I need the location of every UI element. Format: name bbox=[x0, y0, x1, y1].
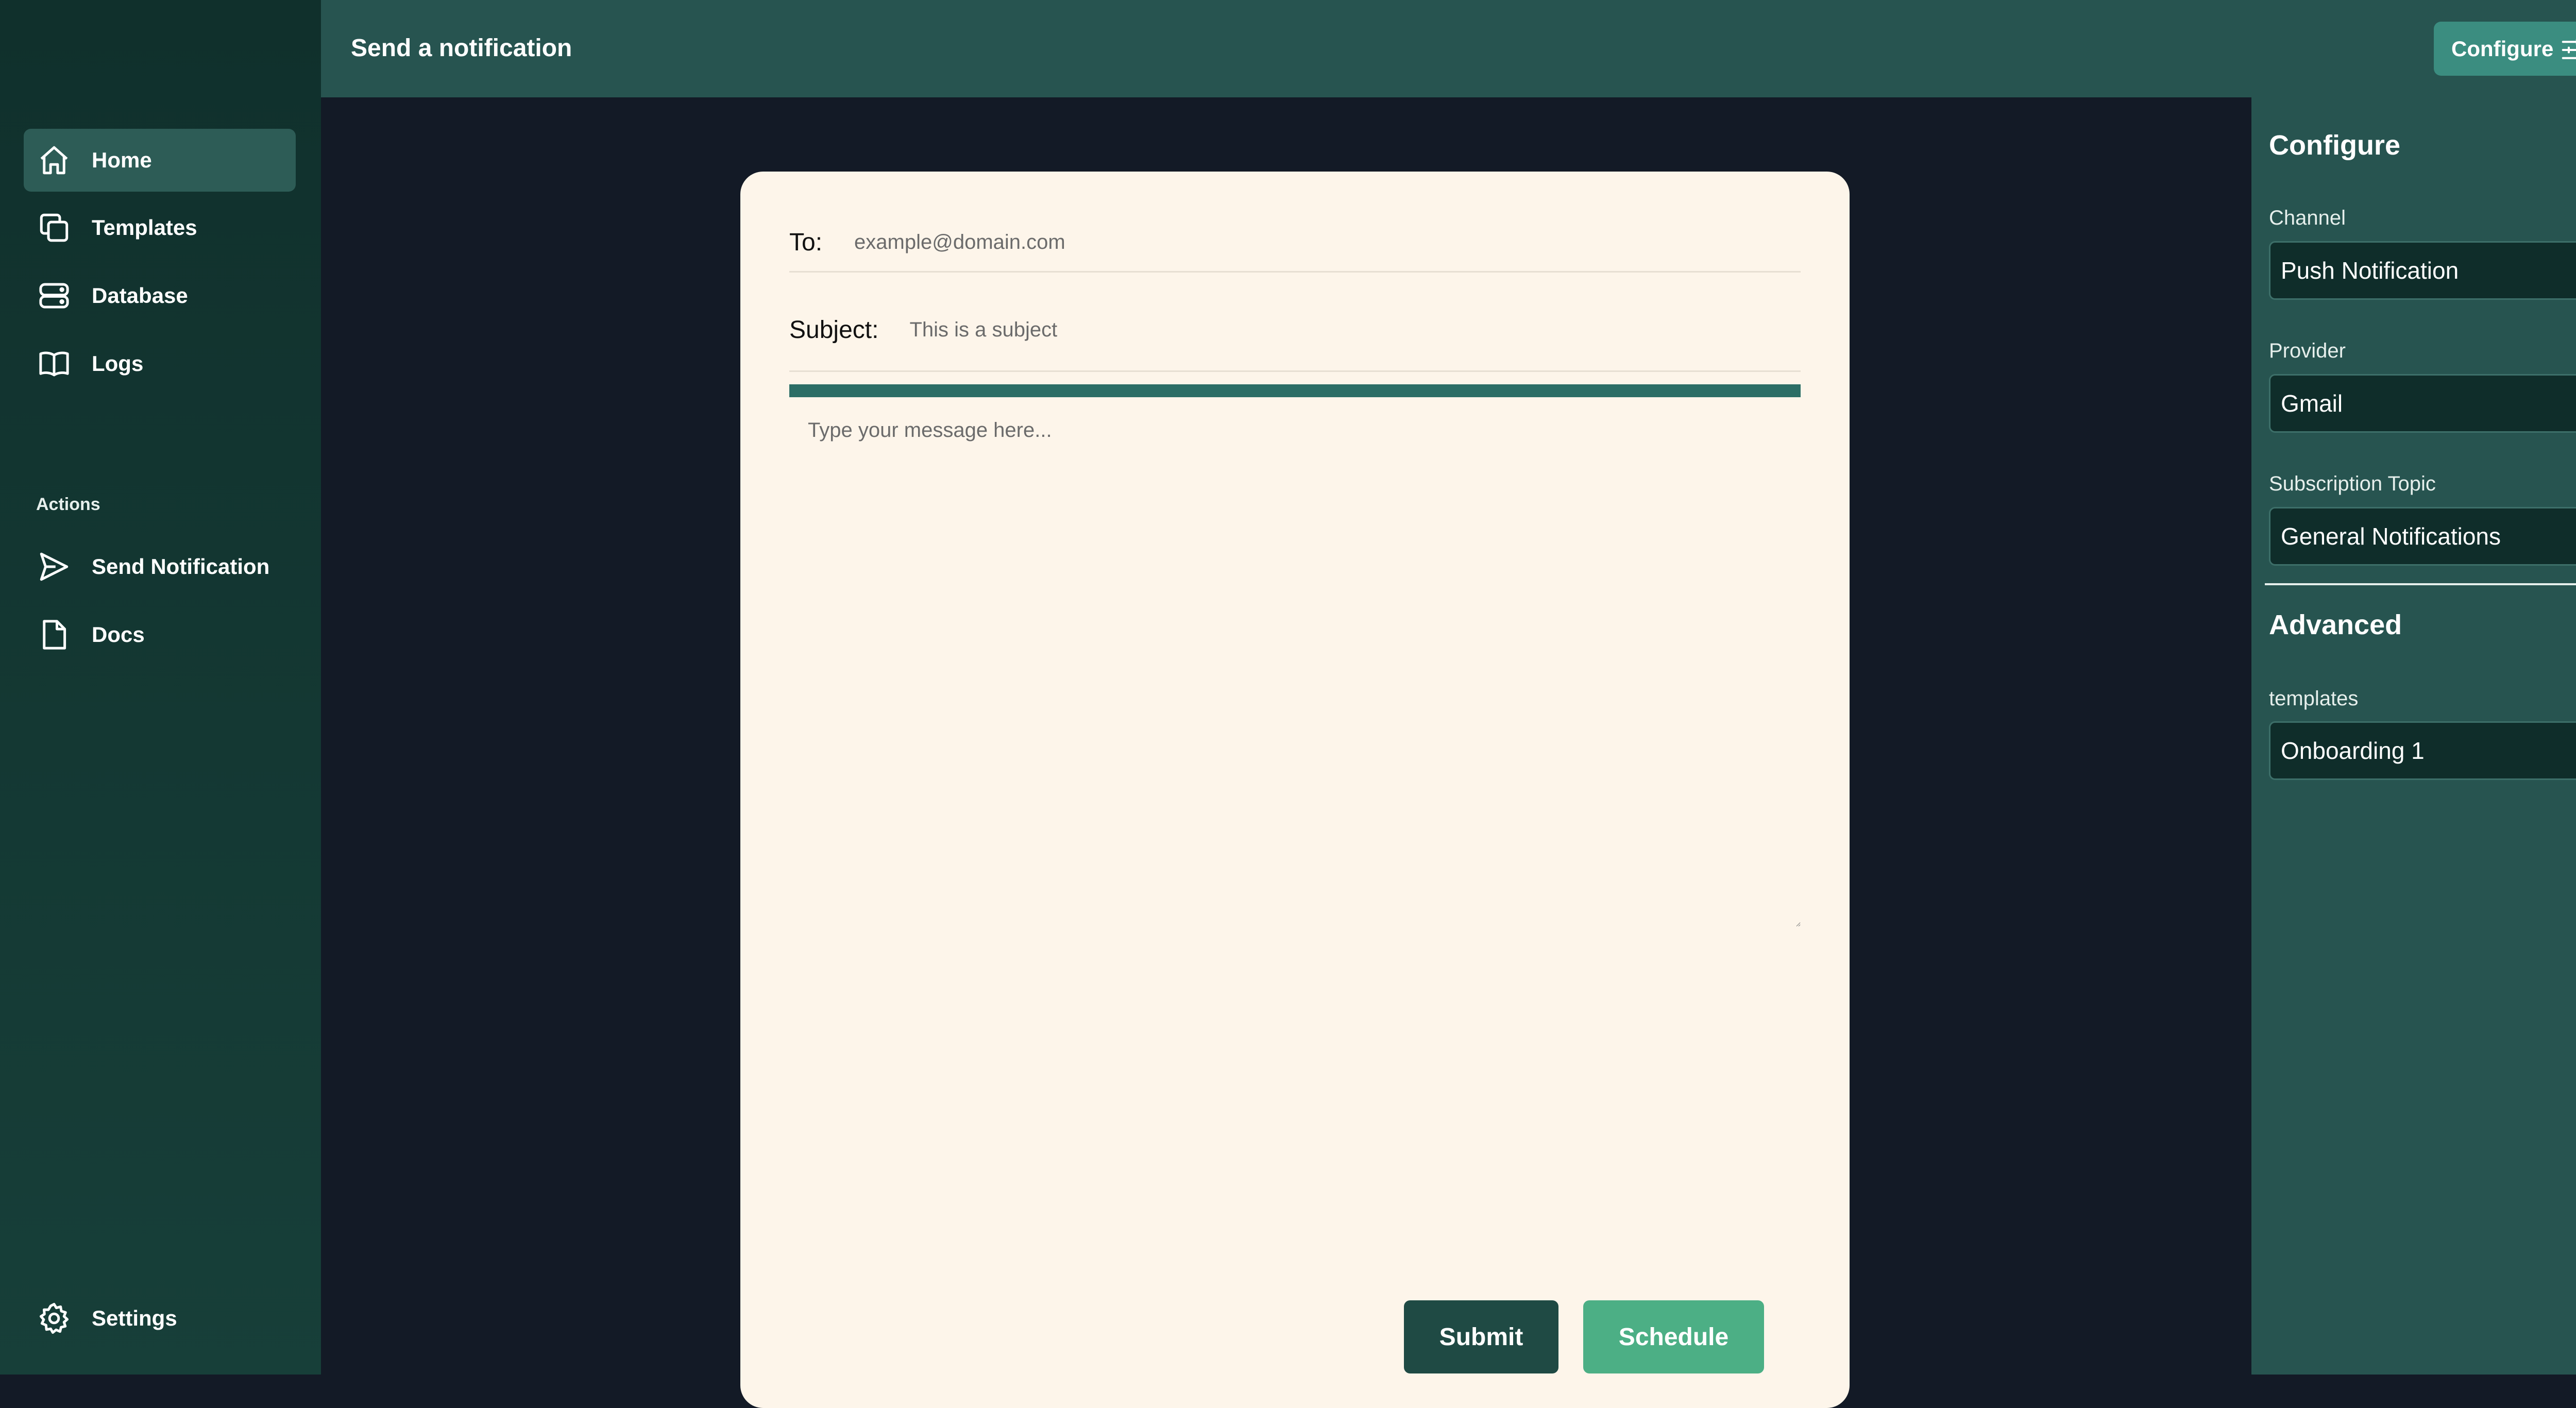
subject-row: Subject: bbox=[789, 316, 1801, 344]
subject-input[interactable] bbox=[908, 318, 1733, 342]
schedule-button[interactable]: Schedule bbox=[1583, 1300, 1764, 1373]
sidebar-item-label: Settings bbox=[92, 1306, 177, 1330]
editor-toolbar bbox=[789, 384, 1801, 397]
to-divider bbox=[789, 271, 1801, 273]
gear-icon bbox=[39, 1303, 69, 1334]
sidebar-item-docs[interactable]: Docs bbox=[24, 603, 296, 666]
provider-label: Provider bbox=[2269, 340, 2346, 362]
templates-select[interactable]: Onboarding 1 bbox=[2269, 721, 2576, 780]
sidebar-item-label: Home bbox=[92, 148, 152, 172]
panel-divider bbox=[2265, 583, 2576, 585]
compose-card: To: Subject: Submit Schedule bbox=[740, 172, 1850, 1408]
to-label: To: bbox=[789, 229, 823, 256]
to-row: To: bbox=[789, 228, 1801, 257]
subject-label: Subject: bbox=[789, 316, 879, 344]
channel-select[interactable]: Push Notification bbox=[2269, 241, 2576, 300]
subject-divider bbox=[789, 370, 1801, 372]
sidebar-item-logs[interactable]: Logs bbox=[24, 332, 296, 395]
document-icon bbox=[43, 620, 66, 650]
templates-value: Onboarding 1 bbox=[2281, 737, 2425, 764]
submit-button[interactable]: Submit bbox=[1404, 1300, 1558, 1373]
page-title: Send a notification bbox=[351, 35, 572, 62]
sidebar-item-templates[interactable]: Templates bbox=[24, 196, 296, 259]
copy-icon bbox=[40, 213, 69, 242]
provider-value: Gmail bbox=[2281, 390, 2343, 417]
templates-label: templates bbox=[2269, 687, 2359, 710]
sidebar-item-database[interactable]: Database bbox=[24, 264, 296, 327]
advanced-heading: Advanced bbox=[2269, 609, 2402, 640]
actions-section-label: Actions bbox=[36, 495, 100, 514]
book-icon bbox=[39, 351, 69, 377]
topic-label: Subscription Topic bbox=[2269, 472, 2436, 495]
sidebar-item-send-notification[interactable]: Send Notification bbox=[24, 535, 296, 598]
sidebar: Home Templates Database Logs Actions Sen… bbox=[0, 0, 321, 1375]
sliders-icon bbox=[2562, 39, 2576, 59]
configure-button[interactable]: Configure bbox=[2434, 22, 2576, 76]
sidebar-item-label: Logs bbox=[92, 351, 144, 376]
send-icon bbox=[40, 552, 69, 581]
sidebar-item-label: Docs bbox=[92, 622, 145, 647]
home-icon bbox=[40, 146, 68, 175]
top-header: Send a notification Configure bbox=[321, 0, 2576, 97]
sidebar-item-label: Database bbox=[92, 283, 188, 308]
provider-select[interactable]: Gmail bbox=[2269, 374, 2576, 433]
topic-value: General Notifications bbox=[2281, 523, 2501, 550]
sidebar-item-label: Templates bbox=[92, 215, 197, 240]
sidebar-item-home[interactable]: Home bbox=[24, 129, 296, 192]
topic-select[interactable]: General Notifications bbox=[2269, 507, 2576, 566]
configure-button-label: Configure bbox=[2451, 36, 2554, 61]
message-textarea[interactable] bbox=[789, 409, 1801, 927]
to-input[interactable] bbox=[853, 230, 1755, 255]
channel-label: Channel bbox=[2269, 207, 2346, 229]
database-icon bbox=[39, 283, 69, 309]
panel-heading: Configure bbox=[2269, 130, 2400, 161]
channel-value: Push Notification bbox=[2281, 257, 2459, 284]
sidebar-item-label: Send Notification bbox=[92, 554, 270, 579]
sidebar-item-settings[interactable]: Settings bbox=[24, 1287, 296, 1350]
configure-panel: Configure Channel Push Notification Prov… bbox=[2251, 97, 2576, 1375]
